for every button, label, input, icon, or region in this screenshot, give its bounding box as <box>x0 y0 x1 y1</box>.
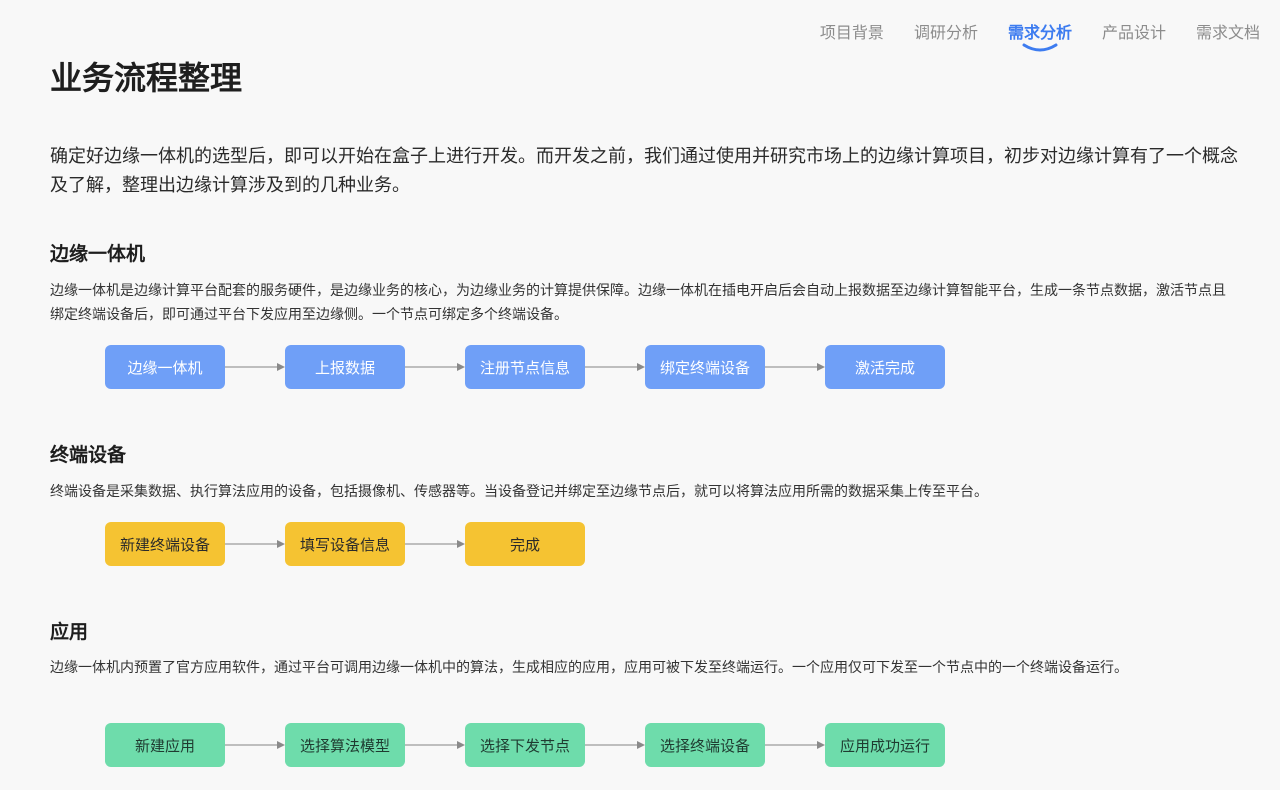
flow-step: 选择终端设备 <box>645 723 765 767</box>
nav-tab-requirement-doc[interactable]: 需求文档 <box>1196 22 1260 44</box>
page-title: 业务流程整理 <box>50 59 243 97</box>
active-tab-underline-icon <box>1022 43 1058 52</box>
arrow-right-icon <box>765 741 825 749</box>
flow-step: 注册节点信息 <box>465 345 585 389</box>
section-title-application: 应用 <box>50 621 89 643</box>
flow-step: 选择下发节点 <box>465 723 585 767</box>
flow-edge-device: 边缘一体机 上报数据 注册节点信息 绑定终端设备 激活完成 <box>105 345 945 389</box>
section-title-edge-device: 边缘一体机 <box>50 243 146 265</box>
top-nav: 项目背景 调研分析 需求分析 产品设计 需求文档 <box>820 22 1260 52</box>
arrow-right-icon <box>225 741 285 749</box>
flow-step: 上报数据 <box>285 345 405 389</box>
flow-step: 新建应用 <box>105 723 225 767</box>
arrow-right-icon <box>585 363 645 371</box>
arrow-right-icon <box>405 741 465 749</box>
flow-step: 应用成功运行 <box>825 723 945 767</box>
flow-step: 绑定终端设备 <box>645 345 765 389</box>
flow-step: 选择算法模型 <box>285 723 405 767</box>
nav-tab-requirement-analysis[interactable]: 需求分析 <box>1008 22 1072 52</box>
nav-tab-product-design[interactable]: 产品设计 <box>1102 22 1166 44</box>
arrow-right-icon <box>405 363 465 371</box>
nav-tab-research-analysis[interactable]: 调研分析 <box>914 22 978 44</box>
flow-terminal-device: 新建终端设备 填写设备信息 完成 <box>105 522 585 566</box>
arrow-right-icon <box>225 363 285 371</box>
flow-step: 填写设备信息 <box>285 522 405 566</box>
section-desc-application: 边缘一体机内预置了官方应用软件，通过平台可调用边缘一体机中的算法，生成相应的应用… <box>50 660 1128 676</box>
section-desc-edge-device: 边缘一体机是边缘计算平台配套的服务硬件，是边缘业务的核心，为边缘业务的计算提供保… <box>50 283 1226 323</box>
flow-step: 完成 <box>465 522 585 566</box>
flow-step: 边缘一体机 <box>105 345 225 389</box>
section-title-terminal-device: 终端设备 <box>50 444 127 466</box>
nav-tab-project-background[interactable]: 项目背景 <box>820 22 884 44</box>
flow-application: 新建应用 选择算法模型 选择下发节点 选择终端设备 应用成功运行 <box>105 723 945 767</box>
page-intro: 确定好边缘一体机的选型后，即可以开始在盒子上进行开发。而开发之前，我们通过使用并… <box>50 146 1238 196</box>
arrow-right-icon <box>585 741 645 749</box>
arrow-right-icon <box>405 540 465 548</box>
flow-step: 新建终端设备 <box>105 522 225 566</box>
arrow-right-icon <box>225 540 285 548</box>
arrow-right-icon <box>765 363 825 371</box>
flow-step: 激活完成 <box>825 345 945 389</box>
section-desc-terminal-device: 终端设备是采集数据、执行算法应用的设备，包括摄像机、传感器等。当设备登记并绑定至… <box>50 484 988 500</box>
